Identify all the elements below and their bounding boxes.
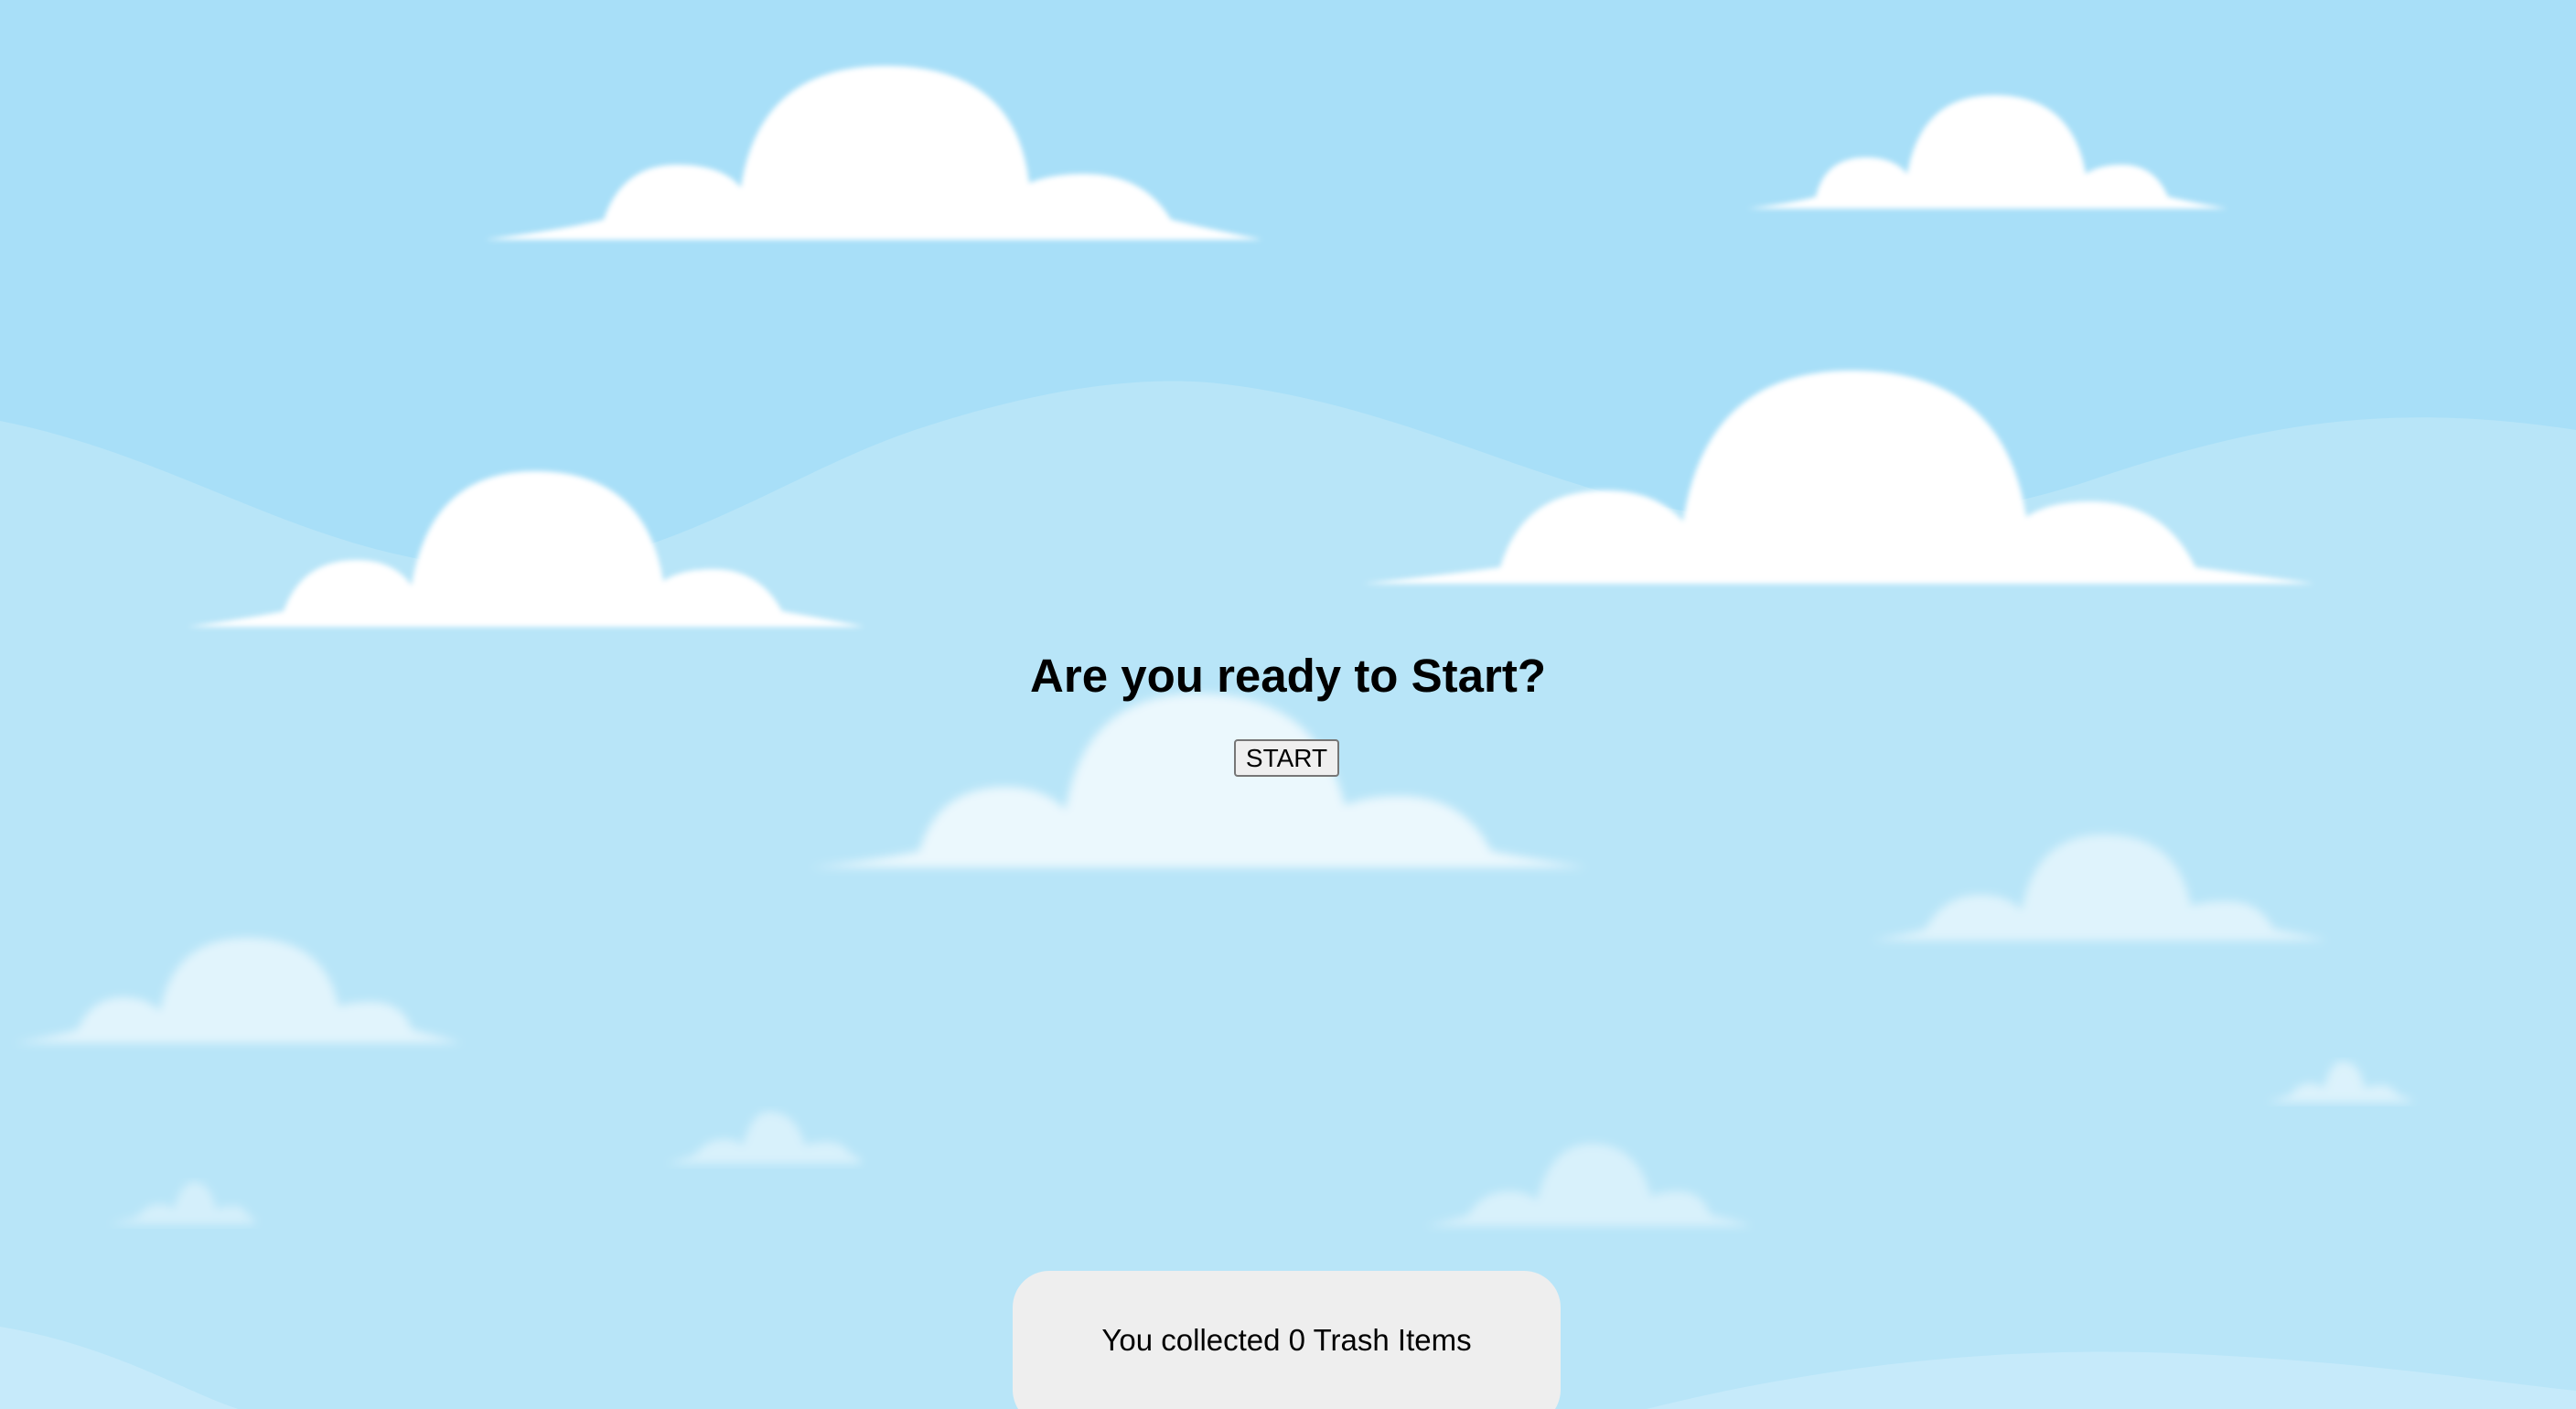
ready-prompt-title: Are you ready to Start? — [1030, 650, 1546, 702]
score-panel: You collected 0 Trash Items — [1013, 1271, 1561, 1409]
start-prompt: Are you ready to Start? START — [0, 640, 2576, 777]
start-button[interactable]: START — [1234, 739, 1339, 777]
trash-collected-label: You collected 0 Trash Items — [1101, 1323, 1472, 1357]
